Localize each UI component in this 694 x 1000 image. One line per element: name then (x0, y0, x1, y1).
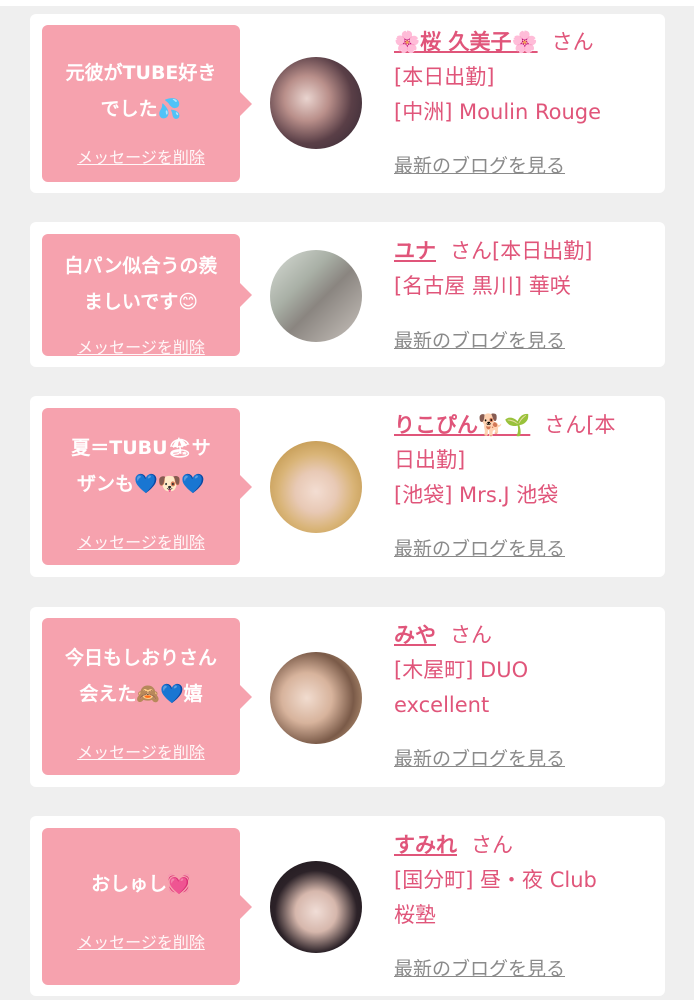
latest-blog-link[interactable]: 最新のブログを見る (394, 534, 565, 561)
message-text-line: ザンも💙🐶💙 (77, 473, 205, 495)
shop-location: [名古屋 黒川] 華咲 (394, 274, 571, 298)
delete-message-link[interactable]: メッセージを削除 (42, 144, 240, 168)
profile-name-link[interactable]: 🌸桜 久美子🌸 (394, 30, 538, 54)
honorific: さん (450, 623, 492, 647)
latest-blog-link[interactable]: 最新のブログを見る (394, 326, 565, 353)
message-bubble: 白パン似合うの羨 ましいです😊 メッセージを削除 (42, 234, 252, 358)
message-text-line: おしゅし💓 (91, 873, 191, 895)
top-edge (0, 0, 694, 6)
delete-message-link[interactable]: メッセージを削除 (42, 739, 240, 763)
message-bubble: 夏＝TUBU🏖サ ザンも💙🐶💙 メッセージを削除 (42, 408, 252, 565)
attendance-status: 日出勤] (394, 448, 466, 472)
profile-name-link[interactable]: みや (394, 623, 436, 647)
delete-message-link[interactable]: メッセージを削除 (42, 334, 240, 358)
honorific: さん (551, 30, 594, 54)
message-text-line: 今日もしおりさん (64, 647, 217, 669)
message-card: 夏＝TUBU🏖サ ザンも💙🐶💙 メッセージを削除 りこぴん🐕🌱 さん[本 日出勤]… (30, 396, 665, 577)
delete-message-link[interactable]: メッセージを削除 (42, 929, 240, 953)
profile-name-link[interactable]: ユナ (394, 239, 436, 263)
profile-name-link[interactable]: すみれ (394, 833, 457, 857)
attendance-status: [本日出勤] (394, 65, 495, 89)
profile-info: すみれ さん [国分町] 昼・夜 Club 桜塾 (394, 828, 655, 933)
message-card: 白パン似合うの羨 ましいです😊 メッセージを削除 ユナ さん[本日出勤] [名古屋… (30, 222, 665, 367)
message-text-line: 元彼がTUBE好き (65, 62, 217, 84)
message-text-line: ましいです😊 (83, 291, 199, 313)
avatar[interactable] (270, 441, 362, 533)
profile-info: みや さん [木屋町] DUO excellent (394, 618, 655, 723)
avatar[interactable] (270, 652, 362, 744)
delete-message-link[interactable]: メッセージを削除 (42, 529, 240, 553)
shop-location: [中洲] Moulin Rouge (394, 100, 602, 124)
latest-blog-link[interactable]: 最新のブログを見る (394, 954, 565, 981)
message-text-line: 夏＝TUBU🏖サ (71, 437, 211, 459)
message-text-line: でした💦 (100, 98, 182, 120)
message-text-line: 会えた🙈💙嬉 (79, 683, 203, 705)
honorific-and-status: さん[本 (544, 413, 616, 437)
profile-info: りこぴん🐕🌱 さん[本 日出勤] [池袋] Mrs.J 池袋 (394, 408, 655, 513)
avatar[interactable] (270, 250, 362, 342)
honorific-and-status: さん[本日出勤] (450, 239, 593, 263)
message-bubble: おしゅし💓 メッセージを削除 (42, 828, 252, 985)
avatar[interactable] (270, 57, 362, 149)
shop-location: [池袋] Mrs.J 池袋 (394, 483, 559, 507)
shop-location: [木屋町] DUO (394, 658, 529, 682)
message-bubble: 元彼がTUBE好き でした💦 メッセージを削除 (42, 25, 252, 182)
profile-info: ユナ さん[本日出勤] [名古屋 黒川] 華咲 (394, 234, 655, 304)
message-bubble: 今日もしおりさん 会えた🙈💙嬉 メッセージを削除 (42, 618, 252, 775)
message-text-line: 白パン似合うの羨 (64, 255, 218, 277)
shop-name-continued: 桜塾 (394, 903, 436, 927)
profile-info: 🌸桜 久美子🌸 さん [本日出勤] [中洲] Moulin Rouge (394, 25, 655, 130)
message-card: おしゅし💓 メッセージを削除 すみれ さん [国分町] 昼・夜 Club 桜塾 最… (30, 816, 665, 996)
honorific: さん (471, 833, 513, 857)
message-card: 元彼がTUBE好き でした💦 メッセージを削除 🌸桜 久美子🌸 さん [本日出勤]… (30, 14, 665, 193)
message-card: 今日もしおりさん 会えた🙈💙嬉 メッセージを削除 みや さん [木屋町] DUO … (30, 607, 665, 787)
avatar[interactable] (270, 861, 362, 953)
profile-name-link[interactable]: りこぴん🐕🌱 (394, 413, 530, 437)
shop-name-continued: excellent (394, 693, 490, 717)
shop-location: [国分町] 昼・夜 Club (394, 868, 597, 892)
latest-blog-link[interactable]: 最新のブログを見る (394, 744, 565, 771)
latest-blog-link[interactable]: 最新のブログを見る (394, 151, 565, 178)
